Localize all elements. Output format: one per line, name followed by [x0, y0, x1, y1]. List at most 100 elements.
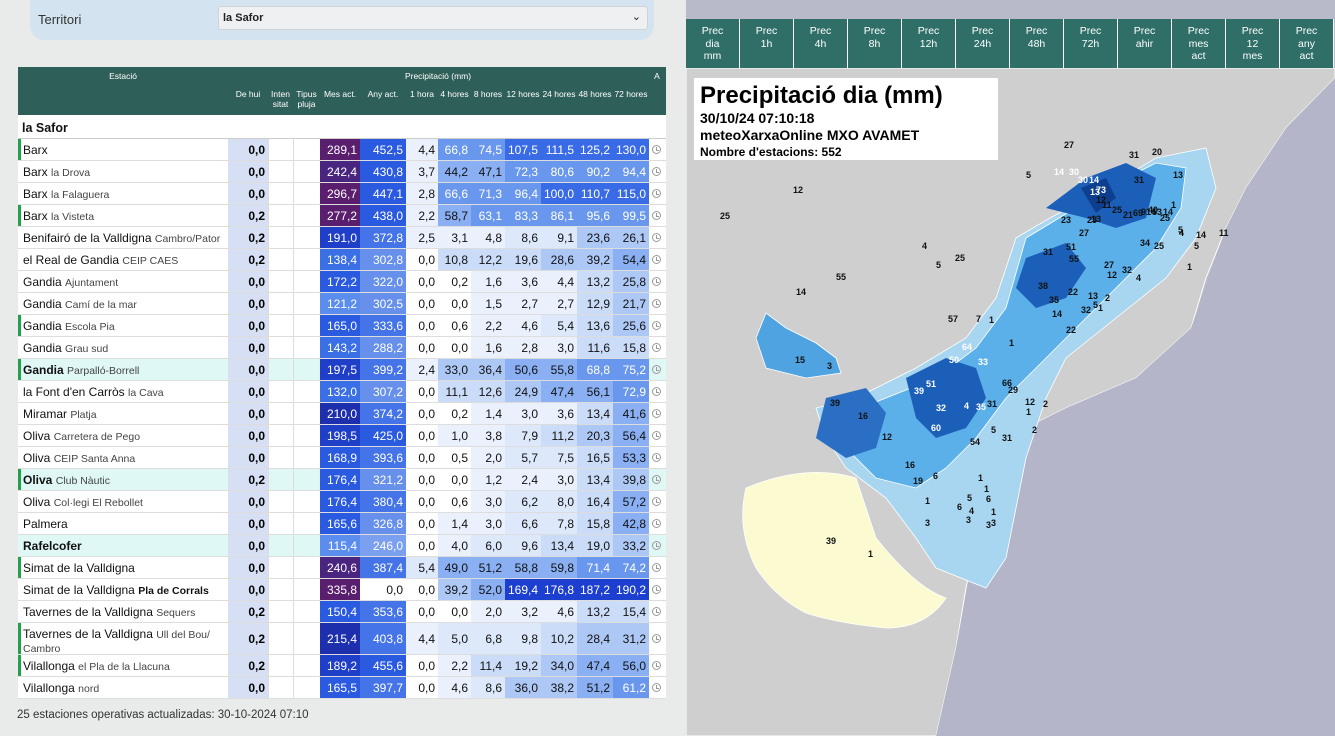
- table-row[interactable]: Barx la Visteta 0,2 277,2 438,0 2,2 58,7 63,1 8…: [18, 205, 666, 227]
- clock-icon[interactable]: [652, 359, 661, 380]
- table-row[interactable]: Benifairó de la Valldigna Cambro/Pator 0,…: [18, 227, 666, 249]
- table-row[interactable]: Miramar Platja 0,0 210,0 374,2 0,0 0,2 1,4 3,0 3…: [18, 403, 666, 425]
- station-name[interactable]: Benifairó de la Valldigna Cambro/Pator: [18, 227, 228, 248]
- clock-icon[interactable]: [652, 513, 661, 534]
- clock-icon[interactable]: [652, 205, 661, 226]
- station-name[interactable]: Gandia Ajuntament: [18, 271, 228, 292]
- col-header[interactable]: Mes act.: [320, 89, 360, 99]
- col-header[interactable]: 48 hores: [577, 89, 613, 99]
- station-name[interactable]: Simat de la Valldigna Pla de Corrals: [18, 579, 228, 600]
- clock-icon[interactable]: [652, 381, 661, 402]
- station-name[interactable]: Palmera: [18, 513, 228, 534]
- station-name[interactable]: Tavernes de la Valldigna Sequers: [18, 601, 228, 622]
- table-row[interactable]: Simat de la Valldigna 0,0 240,6 387,4 5,4 49…: [18, 557, 666, 579]
- station-name[interactable]: Oliva Club Nàutic: [18, 469, 228, 490]
- col-header[interactable]: 4 hores: [438, 89, 471, 99]
- clock-icon[interactable]: [652, 271, 661, 292]
- table-row[interactable]: Oliva CEIP Santa Anna 0,0 168,9 393,6 0,0 0,5…: [18, 447, 666, 469]
- col-station[interactable]: Estació: [78, 71, 168, 81]
- station-name[interactable]: Rafelcofer: [18, 535, 228, 556]
- station-name[interactable]: Barx la Visteta: [18, 205, 228, 226]
- clock-icon[interactable]: [652, 447, 661, 468]
- clock-icon[interactable]: [652, 403, 661, 424]
- table-row[interactable]: la Font d'en Carròs la Cava 0,0 132,0 307,2…: [18, 381, 666, 403]
- tab-prec[interactable]: Prec mes act: [1172, 19, 1226, 68]
- clock-icon[interactable]: [652, 557, 661, 578]
- col-header[interactable]: 12 hores: [505, 89, 541, 99]
- station-name[interactable]: Gandia Camí de la mar: [18, 293, 228, 314]
- tab-prec[interactable]: Prec dia mm: [686, 19, 740, 68]
- station-name[interactable]: Gandia Escola Pia: [18, 315, 228, 336]
- col-header[interactable]: Tipus pluja: [293, 89, 320, 109]
- col-header[interactable]: De hui: [228, 89, 268, 99]
- table-row[interactable]: Oliva Club Nàutic 0,2 176,4 321,2 0,0 0,0 1,2 2…: [18, 469, 666, 491]
- clock-icon[interactable]: [652, 161, 661, 182]
- station-name[interactable]: Tavernes de la Valldigna Ull del Bou/ Ca…: [18, 623, 228, 655]
- tab-prec[interactable]: Prec 1h: [740, 19, 794, 68]
- table-row[interactable]: Oliva Carretera de Pego 0,0 198,5 425,0 0,0 1…: [18, 425, 666, 447]
- tab-prec[interactable]: Prec 4h: [794, 19, 848, 68]
- col-header[interactable]: Any act.: [360, 89, 406, 99]
- clock-icon[interactable]: [652, 579, 661, 600]
- table-row[interactable]: Rafelcofer 0,0 115,4 246,0 0,0 4,0 6,0 9,6 13,4…: [18, 535, 666, 557]
- tab-prec[interactable]: Prec 12 mes: [1226, 19, 1280, 68]
- tab-prec[interactable]: Prec 48h: [1010, 19, 1064, 68]
- clock-icon[interactable]: [652, 249, 661, 270]
- table-row[interactable]: Tavernes de la Valldigna Sequers 0,2 150,4…: [18, 601, 666, 623]
- table-row[interactable]: Barx la Falaguera 0,0 296,7 447,1 2,8 66,6 71,…: [18, 183, 666, 205]
- station-name[interactable]: Barx la Falaguera: [18, 183, 228, 204]
- col-header[interactable]: 24 hores: [541, 89, 577, 99]
- clock-icon[interactable]: [652, 655, 661, 676]
- clock-icon[interactable]: [652, 425, 661, 446]
- precip-map[interactable]: [686, 68, 1335, 736]
- clock-icon[interactable]: [652, 183, 661, 204]
- station-name[interactable]: Oliva CEIP Santa Anna: [18, 447, 228, 468]
- tab-prec[interactable]: Prec 8h: [848, 19, 902, 68]
- clock-icon[interactable]: [652, 491, 661, 512]
- station-name[interactable]: Oliva Col·legi El Rebollet: [18, 491, 228, 512]
- table-row[interactable]: Barx la Drova 0,0 242,4 430,8 3,7 44,2 47,1 72,…: [18, 161, 666, 183]
- clock-icon[interactable]: [652, 601, 661, 622]
- col-header[interactable]: 72 hores: [613, 89, 649, 99]
- station-name[interactable]: el Real de Gandia CEIP CAES N.S.Amparo: [18, 249, 228, 281]
- station-name[interactable]: la Font d'en Carròs la Cava: [18, 381, 228, 402]
- table-row[interactable]: el Real de Gandia CEIP CAES N.S.Amparo0,…: [18, 249, 666, 281]
- table-row[interactable]: Gandia Ajuntament 0,0 172,2 322,0 0,0 0,2 1,6 3…: [18, 271, 666, 293]
- station-name[interactable]: Vilallonga nord: [18, 677, 228, 698]
- station-name[interactable]: Oliva Carretera de Pego: [18, 425, 228, 446]
- tab-prec[interactable]: Prec 12h: [902, 19, 956, 68]
- clock-icon[interactable]: [652, 535, 661, 556]
- station-name[interactable]: Simat de la Valldigna: [18, 557, 228, 578]
- col-header[interactable]: 1 hora: [406, 89, 438, 99]
- table-row[interactable]: Vilallonga el Pla de la Llacuna 0,2 189,2 4…: [18, 655, 666, 677]
- station-name[interactable]: Barx: [18, 139, 228, 160]
- table-row[interactable]: Vilallonga nord 0,0 165,5 397,7 0,0 4,6 8,6 36,…: [18, 677, 666, 699]
- clock-icon[interactable]: [652, 623, 661, 654]
- table-row[interactable]: Gandia Grau sud 0,0 143,2 288,2 0,0 0,0 1,6 2,8…: [18, 337, 666, 359]
- tab-prec[interactable]: Prec ahir: [1118, 19, 1172, 68]
- table-row[interactable]: Barx 0,0 289,1 452,5 4,4 66,8 74,5 107,5 111,5 1…: [18, 139, 666, 161]
- clock-icon[interactable]: [652, 315, 661, 336]
- tab-prec[interactable]: Prec 72h: [1064, 19, 1118, 68]
- station-name[interactable]: Miramar Platja: [18, 403, 228, 424]
- station-name[interactable]: Vilallonga el Pla de la Llacuna: [18, 655, 228, 676]
- station-name[interactable]: Gandia Grau sud: [18, 337, 228, 358]
- table-row[interactable]: Oliva Col·legi El Rebollet 0,0 176,4 380,4 0…: [18, 491, 666, 513]
- station-name[interactable]: Gandia Parpalló-Borrell: [18, 359, 228, 380]
- table-row[interactable]: Gandia Camí de la mar 0,0 121,2 302,5 0,0 0,0…: [18, 293, 666, 315]
- clock-icon[interactable]: [652, 139, 661, 160]
- table-row[interactable]: Palmera 0,0 165,6 326,8 0,0 1,4 3,0 6,6 7,8 15,8…: [18, 513, 666, 535]
- table-row[interactable]: Tavernes de la Valldigna Ull del Bou/ Ca…: [18, 623, 666, 655]
- clock-icon[interactable]: [652, 227, 661, 248]
- col-header[interactable]: 8 hores: [471, 89, 505, 99]
- table-row[interactable]: Gandia Escola Pia 0,0 165,0 333,6 0,0 0,6 2,2 4…: [18, 315, 666, 337]
- clock-icon[interactable]: [652, 293, 661, 314]
- station-name[interactable]: Barx la Drova: [18, 161, 228, 182]
- clock-icon[interactable]: [652, 469, 661, 490]
- tab-prec[interactable]: Prec 24h: [956, 19, 1010, 68]
- territory-select[interactable]: la Safor ⌄: [218, 6, 648, 30]
- clock-icon[interactable]: [652, 677, 661, 698]
- tab-prec[interactable]: Prec any act: [1280, 19, 1334, 68]
- clock-icon[interactable]: [652, 337, 661, 358]
- table-row[interactable]: Simat de la Valldigna Pla de Corrals 0,0 3…: [18, 579, 666, 601]
